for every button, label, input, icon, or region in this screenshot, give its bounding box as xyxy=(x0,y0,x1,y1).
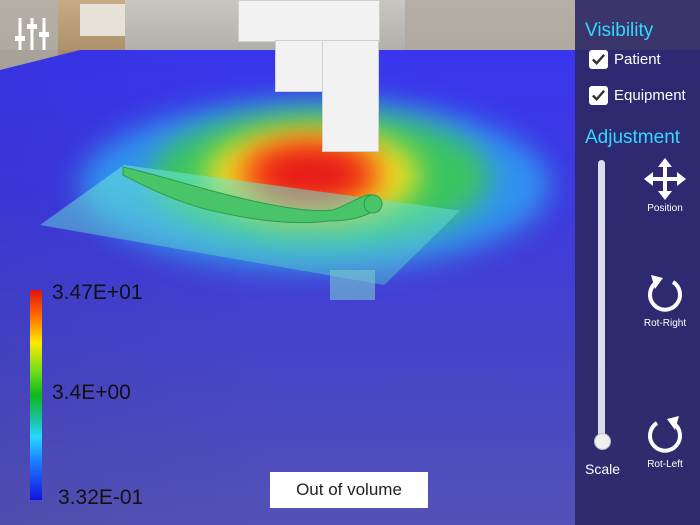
rot-left-label: Rot-Left xyxy=(647,459,683,470)
scale-slider[interactable] xyxy=(598,160,605,440)
adjustment-heading: Adjustment xyxy=(585,127,681,148)
rotate-right-button[interactable]: Rot-Right xyxy=(635,272,695,329)
gantry-arm xyxy=(322,40,379,152)
couch-support xyxy=(330,270,375,300)
dose-colorbar xyxy=(30,290,42,500)
rotate-right-icon xyxy=(648,275,682,312)
rotate-left-icon xyxy=(648,416,682,453)
checkbox-box[interactable] xyxy=(589,50,608,69)
checkmark-icon xyxy=(592,54,606,65)
scale-label: Scale xyxy=(585,461,621,477)
patient-model xyxy=(122,166,383,224)
visibility-heading: Visibility xyxy=(585,20,654,41)
colorbar-min-label: 3.32E-01 xyxy=(58,486,144,509)
position-button[interactable]: Position xyxy=(635,157,695,214)
rot-right-label: Rot-Right xyxy=(643,318,687,329)
patient-visibility-checkbox[interactable]: Patient xyxy=(589,50,661,69)
scale-slider-handle[interactable] xyxy=(594,433,611,450)
checkmark-icon xyxy=(592,90,606,101)
patient-checkbox-label: Patient xyxy=(614,51,661,68)
sliders-icon xyxy=(15,18,49,50)
control-panel: Visibility Patient Equipment Adjustment … xyxy=(575,0,700,525)
settings-sliders-button[interactable] xyxy=(12,14,52,54)
equipment-visibility-checkbox[interactable]: Equipment xyxy=(589,86,686,105)
equipment-checkbox-label: Equipment xyxy=(614,87,686,104)
position-label: Position xyxy=(647,203,683,214)
gantry-upper xyxy=(238,0,380,42)
move-arrows-icon xyxy=(644,158,686,200)
checkbox-box[interactable] xyxy=(589,86,608,105)
out-of-volume-button[interactable]: Out of volume xyxy=(270,472,428,508)
rotate-left-button[interactable]: Rot-Left xyxy=(635,413,695,470)
colorbar-mid-label: 3.4E+00 xyxy=(52,381,131,404)
colorbar-max-label: 3.47E+01 xyxy=(52,281,143,304)
